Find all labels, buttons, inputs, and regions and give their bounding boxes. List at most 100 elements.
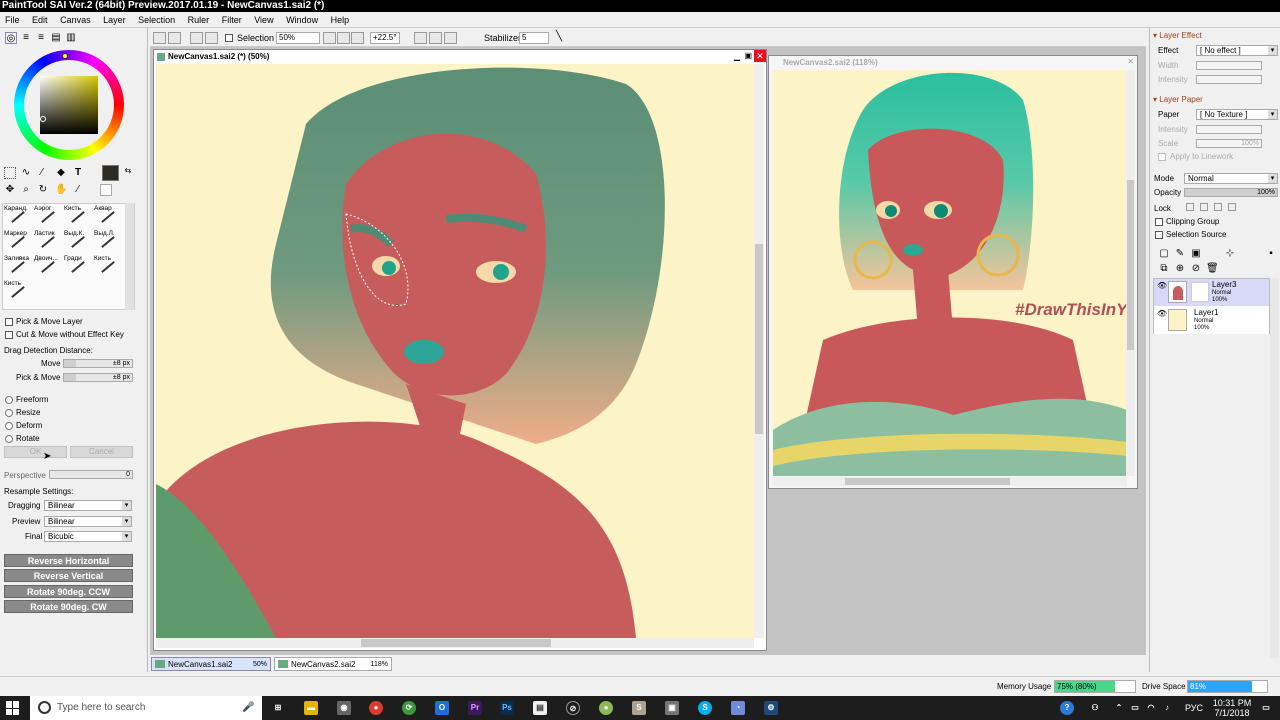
clear-layer-icon[interactable]: ⊘ bbox=[1190, 263, 1202, 275]
final-select[interactable]: Bicubic bbox=[44, 531, 132, 542]
brush-brush-3[interactable]: Кисть bbox=[4, 280, 34, 304]
zoom-select[interactable]: 50% bbox=[276, 32, 320, 44]
canvas1-maximize-icon[interactable]: ▣ bbox=[744, 51, 752, 60]
hsv-slider-tab-icon[interactable]: ≡ bbox=[35, 32, 47, 44]
layer3-visibility-icon[interactable]: 👁 bbox=[1157, 281, 1167, 290]
app-icon-1[interactable]: ◉ bbox=[337, 701, 351, 715]
rotate-reset-icon[interactable] bbox=[444, 32, 457, 44]
blend-mode-select[interactable]: Normal bbox=[1184, 173, 1278, 184]
brush-watercolor[interactable]: Аквар bbox=[94, 205, 124, 229]
layer-row-layer3[interactable]: 👁 Layer3 Normal 100% bbox=[1154, 279, 1269, 306]
layer-row-layer1[interactable]: 👁 Layer1 Normal 100% bbox=[1154, 307, 1269, 334]
premiere-icon[interactable]: Pr bbox=[468, 701, 482, 715]
menu-edit[interactable]: Edit bbox=[27, 12, 53, 28]
swatches-tab-icon[interactable]: ▤ bbox=[50, 32, 62, 44]
canvas2-h-scrollbar[interactable] bbox=[773, 477, 1127, 486]
menu-layer[interactable]: Layer bbox=[98, 12, 131, 28]
brush-select-pen[interactable]: Выд.К. bbox=[64, 230, 94, 254]
language-indicator[interactable]: РУС bbox=[1185, 703, 1203, 713]
brush-eraser[interactable]: Ластик bbox=[34, 230, 64, 254]
paper-select[interactable]: [ No Texture ] bbox=[1196, 109, 1278, 120]
zoom-tool-icon[interactable]: ⌕ bbox=[20, 184, 32, 196]
lasso-icon[interactable]: ∿ bbox=[20, 167, 32, 179]
rotate-radio[interactable] bbox=[5, 435, 13, 443]
cut-move-checkbox[interactable] bbox=[5, 331, 13, 339]
delete-layer-icon[interactable]: 🗑 bbox=[1206, 263, 1219, 275]
people-icon[interactable]: ⚇ bbox=[1088, 701, 1102, 715]
scratchpad-tab-icon[interactable]: ▥ bbox=[65, 32, 77, 44]
opacity-slider[interactable]: 100% bbox=[1184, 188, 1278, 197]
menu-help[interactable]: Help bbox=[326, 12, 355, 28]
canvas1-artwork[interactable] bbox=[156, 64, 754, 638]
chrome-icon[interactable]: ● bbox=[369, 701, 383, 715]
tab-newcanvas2[interactable]: NewCanvas2.sai2 118% bbox=[274, 657, 392, 671]
layer-transform-icon[interactable]: ⊹ bbox=[1224, 248, 1236, 260]
app-icon-4[interactable]: ● bbox=[599, 701, 613, 715]
canvas1-close-icon[interactable]: ✕ bbox=[754, 50, 766, 62]
rotate-cw-icon[interactable] bbox=[429, 32, 442, 44]
brush-palette-scrollbar[interactable] bbox=[125, 203, 134, 310]
rotate-ccw-icon[interactable] bbox=[414, 32, 427, 44]
hand-tool-icon[interactable]: ✋ bbox=[55, 184, 67, 196]
canvas-window-1[interactable]: NewCanvas1.sai2 (*) (50%) ▁ ▣ ✕ bbox=[153, 49, 767, 651]
copy-layer-icon[interactable]: ⧉ bbox=[1158, 263, 1170, 275]
brush-brush-2[interactable]: Кисть bbox=[94, 255, 124, 279]
canvas1-v-scroll-thumb[interactable] bbox=[755, 244, 763, 434]
brush-select-eraser[interactable]: Выд.Л. bbox=[94, 230, 124, 254]
move-distance-slider[interactable]: ±8 px bbox=[63, 359, 133, 368]
menu-filter[interactable]: Filter bbox=[217, 12, 247, 28]
selection-source-checkbox[interactable] bbox=[1155, 231, 1163, 239]
reverse-vertical-button[interactable]: Reverse Vertical bbox=[4, 569, 133, 582]
layer1-visibility-icon[interactable]: 👁 bbox=[1157, 309, 1167, 318]
app-icon-5[interactable]: ▣ bbox=[665, 701, 679, 715]
taskbar-search-box[interactable]: Type here to search 🎤 bbox=[30, 696, 262, 720]
discord-icon[interactable]: ◔ bbox=[731, 701, 745, 715]
clipping-group-checkbox[interactable] bbox=[1155, 218, 1163, 226]
rotate-tool-icon[interactable]: ↻ bbox=[37, 184, 49, 196]
lock-all-icon[interactable] bbox=[1228, 203, 1236, 211]
outlook-icon[interactable]: O bbox=[435, 701, 449, 715]
move-tool-icon[interactable]: ✥ bbox=[4, 184, 16, 196]
zoom-out-icon[interactable] bbox=[323, 32, 336, 44]
menu-window[interactable]: Window bbox=[281, 12, 323, 28]
rotation-select[interactable]: +22.5° bbox=[370, 32, 400, 44]
line-tool-icon[interactable]: ╲ bbox=[556, 32, 569, 44]
app-icon-2[interactable]: ⟳ bbox=[402, 701, 416, 715]
clock-time[interactable]: 10:31 PM bbox=[1212, 698, 1252, 708]
layer-list-scrollbar[interactable] bbox=[1270, 278, 1279, 658]
menu-ruler[interactable]: Ruler bbox=[183, 12, 215, 28]
rect-select-icon[interactable] bbox=[4, 167, 16, 179]
layer-paper-header[interactable]: ▾ Layer Paper bbox=[1153, 95, 1203, 105]
color-sv-square[interactable] bbox=[40, 76, 98, 134]
lock-transparency-icon[interactable] bbox=[1186, 203, 1194, 211]
photoshop-icon[interactable]: Ps bbox=[500, 701, 514, 715]
wifi-icon[interactable]: ◠ bbox=[1144, 701, 1158, 715]
help-icon[interactable]: ? bbox=[1060, 701, 1074, 715]
menu-file[interactable]: File bbox=[0, 12, 25, 28]
file-explorer-icon[interactable]: ▬ bbox=[304, 701, 318, 715]
pick-move-layer-checkbox[interactable] bbox=[5, 318, 13, 326]
eyedropper-icon[interactable]: ⁄ bbox=[72, 184, 84, 196]
stabilizer-select[interactable]: 5 bbox=[519, 32, 549, 44]
deform-radio[interactable] bbox=[5, 422, 13, 430]
new-folder-icon[interactable]: ▣ bbox=[1190, 248, 1202, 260]
canvas2-close-icon[interactable]: ✕ bbox=[1127, 57, 1134, 66]
canvas2-v-scroll-thumb[interactable] bbox=[1127, 180, 1134, 350]
color-picker-marker[interactable] bbox=[40, 116, 46, 122]
swap-colors-icon[interactable]: ⇆ bbox=[122, 165, 134, 177]
brush-airbrush[interactable]: Аэрог bbox=[34, 205, 64, 229]
tray-chevron-icon[interactable]: ⌃ bbox=[1112, 701, 1126, 715]
deselect-icon[interactable] bbox=[190, 32, 203, 44]
transparent-color-swatch[interactable] bbox=[100, 184, 112, 196]
rotate-ccw-button[interactable]: Rotate 90deg. CCW bbox=[4, 585, 133, 598]
canvas1-h-scrollbar[interactable] bbox=[156, 638, 754, 648]
zoom-in-icon[interactable] bbox=[337, 32, 350, 44]
volume-icon[interactable]: ♪ bbox=[1160, 701, 1174, 715]
canvas2-h-scroll-thumb[interactable] bbox=[845, 478, 1010, 485]
perspective-slider[interactable]: 0 bbox=[49, 470, 133, 479]
rgb-slider-tab-icon[interactable]: ≡ bbox=[20, 32, 32, 44]
menu-canvas[interactable]: Canvas bbox=[55, 12, 96, 28]
notifications-icon[interactable]: ▭ bbox=[1259, 701, 1273, 715]
pick-move-distance-slider[interactable]: ±8 px bbox=[63, 373, 133, 382]
brush-marker[interactable]: Маркер bbox=[4, 230, 34, 254]
